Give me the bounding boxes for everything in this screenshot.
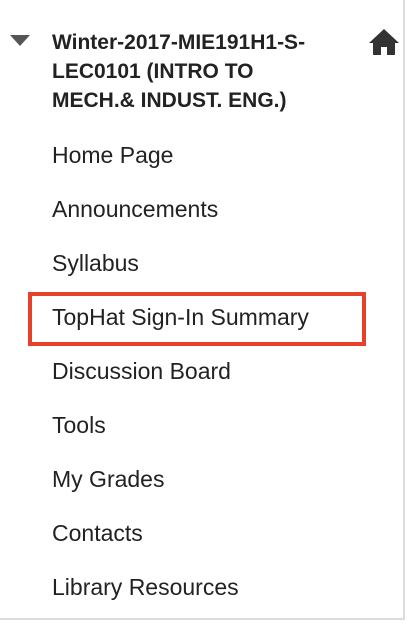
course-title-line-2: LEC0101 (INTRO TO xyxy=(52,60,254,83)
menu-item-label: Tools xyxy=(52,411,106,438)
course-title[interactable]: Winter-2017-MIE191H1-S- LEC0101 (INTRO T… xyxy=(52,28,372,115)
course-title-line-1: Winter-2017-MIE191H1-S- xyxy=(52,31,306,54)
menu-item-home-page[interactable]: Home Page xyxy=(0,128,404,182)
menu-item-discussion-board[interactable]: Discussion Board xyxy=(0,344,404,398)
menu-item-my-grades[interactable]: My Grades xyxy=(0,452,404,506)
menu-item-label: TopHat Sign-In Summary xyxy=(52,303,309,330)
menu-item-label: Library Resources xyxy=(52,573,239,600)
menu-item-label: Discussion Board xyxy=(52,357,231,384)
menu-item-announcements[interactable]: Announcements xyxy=(0,182,404,236)
course-title-line-3: MECH.& INDUST. ENG.) xyxy=(52,89,287,112)
menu-item-syllabus[interactable]: Syllabus xyxy=(0,236,404,290)
menu-item-label: Syllabus xyxy=(52,249,139,276)
menu-item-label: Announcements xyxy=(52,195,219,222)
menu-item-contacts[interactable]: Contacts xyxy=(0,506,404,560)
menu-item-label: Contacts xyxy=(52,519,143,546)
menu-item-tools[interactable]: Tools xyxy=(0,398,404,452)
course-menu-panel: Winter-2017-MIE191H1-S- LEC0101 (INTRO T… xyxy=(0,0,405,620)
caret-down-icon[interactable] xyxy=(8,32,32,48)
menu-item-label: My Grades xyxy=(52,465,165,492)
course-menu-list: Home Page Announcements Syllabus TopHat … xyxy=(0,128,404,614)
home-icon[interactable] xyxy=(368,28,400,56)
menu-item-tophat-sign-in-summary[interactable]: TopHat Sign-In Summary xyxy=(0,290,404,344)
menu-item-library-resources[interactable]: Library Resources xyxy=(0,560,404,614)
menu-item-label: Home Page xyxy=(52,141,174,168)
